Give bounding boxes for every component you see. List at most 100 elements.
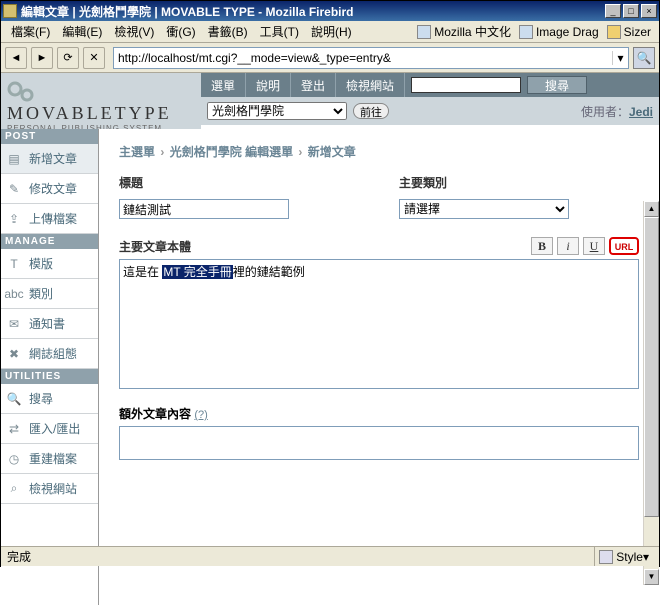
section-utilities: UTILITIES bbox=[1, 369, 98, 384]
new-entry-icon: ▤ bbox=[5, 150, 23, 168]
sidebar-notifications[interactable]: ✉ 通知書 bbox=[1, 309, 98, 339]
main-content: 主選單 › 光劍格鬥學院 編輯選單 › 新增文章 標題 主要類別 bbox=[99, 129, 659, 605]
browser-menubar: 檔案(F) 編輯(E) 檢視(V) 衝(G) 書籤(B) 工具(T) 說明(H)… bbox=[1, 21, 659, 43]
sidebar: POST ▤新增文章 ✎修改文章 ⇪上傳檔案 MANAGE T模版 abc類別 … bbox=[1, 129, 99, 605]
italic-button[interactable]: i bbox=[557, 237, 579, 255]
format-toolbar: B i U URL bbox=[531, 237, 639, 255]
selected-text: MT 完全手冊 bbox=[162, 265, 232, 279]
topnav-search-button[interactable]: 搜尋 bbox=[527, 76, 587, 94]
menu-file[interactable]: 檔案(F) bbox=[5, 23, 56, 40]
sidebar-item-label: 匯入/匯出 bbox=[29, 420, 80, 437]
menu-view[interactable]: 檢視(V) bbox=[108, 23, 160, 40]
gears-icon bbox=[7, 79, 35, 103]
sidebar-new-entry[interactable]: ▤ 新增文章 bbox=[1, 144, 98, 174]
page-icon bbox=[519, 25, 533, 39]
mt-topnav: 選單 說明 登出 檢視網站 搜尋 bbox=[201, 73, 659, 97]
extended-editor[interactable] bbox=[119, 426, 639, 460]
minimize-button[interactable]: _ bbox=[605, 4, 621, 18]
sidebar-item-label: 重建檔案 bbox=[29, 450, 77, 467]
sidebar-templates[interactable]: T 模版 bbox=[1, 249, 98, 279]
bookmark-label: Mozilla 中文化 bbox=[434, 23, 511, 40]
user-link[interactable]: Jedi bbox=[629, 105, 653, 119]
scroll-thumb[interactable] bbox=[644, 217, 659, 517]
sidebar-item-label: 模版 bbox=[29, 255, 53, 272]
category-select[interactable]: 請選擇 bbox=[399, 199, 569, 219]
menu-bookmarks[interactable]: 書籤(B) bbox=[202, 23, 254, 40]
sidebar-item-label: 類別 bbox=[29, 285, 53, 302]
category-label: 主要類別 bbox=[399, 174, 639, 191]
nav-logout[interactable]: 登出 bbox=[291, 73, 336, 97]
vertical-scrollbar[interactable]: ▲ ▼ bbox=[643, 201, 659, 585]
menu-tools[interactable]: 工具(T) bbox=[254, 23, 305, 40]
template-icon: T bbox=[5, 255, 23, 273]
crumb-current: 新增文章 bbox=[308, 145, 356, 159]
url-input[interactable] bbox=[114, 49, 612, 67]
sidebar-item-label: 新增文章 bbox=[29, 150, 77, 167]
bookmark-sizer[interactable]: Sizer bbox=[603, 25, 655, 39]
logo-text: MOVABLETYPE bbox=[7, 103, 172, 123]
status-text: 完成 bbox=[7, 548, 594, 565]
chevron-down-icon: ▾ bbox=[643, 550, 649, 564]
search-button[interactable]: 🔍 bbox=[633, 47, 655, 69]
topnav-search-input[interactable] bbox=[411, 77, 521, 93]
sidebar-search[interactable]: 🔍搜尋 bbox=[1, 384, 98, 414]
style-switcher[interactable]: Style ▾ bbox=[594, 547, 653, 566]
maximize-button[interactable]: □ bbox=[623, 4, 639, 18]
statusbar: 完成 Style ▾ bbox=[1, 546, 659, 566]
body-editor[interactable]: 這是在 MT 完全手冊裡的鏈結範例 bbox=[119, 259, 639, 389]
sidebar-config[interactable]: ✖網誌組態 bbox=[1, 339, 98, 369]
page-icon bbox=[417, 25, 431, 39]
bookmark-imagedrag[interactable]: Image Drag bbox=[515, 25, 603, 39]
scroll-up-icon[interactable]: ▲ bbox=[644, 201, 659, 217]
body-label: 主要文章本體 bbox=[119, 238, 191, 255]
sidebar-item-label: 修改文章 bbox=[29, 180, 77, 197]
sidebar-rebuild[interactable]: ◷ 重建檔案 bbox=[1, 444, 98, 474]
sidebar-item-label: 上傳檔案 bbox=[29, 210, 77, 227]
sidebar-item-label: 通知書 bbox=[29, 315, 65, 332]
rebuild-icon: ◷ bbox=[5, 450, 23, 468]
window-titlebar: 編輯文章 | 光劍格鬥學院 | MOVABLE TYPE - Mozilla F… bbox=[1, 1, 659, 21]
edit-icon: ✎ bbox=[5, 180, 23, 198]
url-dropdown-icon[interactable]: ▾ bbox=[612, 51, 628, 65]
category-icon: abc bbox=[5, 285, 23, 303]
url-field[interactable]: ▾ bbox=[113, 47, 629, 69]
bookmark-mozilla[interactable]: Mozilla 中文化 bbox=[413, 23, 515, 40]
nav-menu[interactable]: 選單 bbox=[201, 73, 246, 97]
sidebar-item-label: 網誌組態 bbox=[29, 345, 77, 362]
bold-button[interactable]: B bbox=[531, 237, 553, 255]
section-post: POST bbox=[1, 129, 98, 144]
mail-icon: ✉ bbox=[5, 315, 23, 333]
extended-label: 額外文章內容 (?) bbox=[119, 405, 639, 422]
stop-button[interactable]: ✕ bbox=[83, 47, 105, 69]
menu-go[interactable]: 衝(G) bbox=[160, 23, 201, 40]
scroll-down-icon[interactable]: ▼ bbox=[644, 569, 659, 585]
nav-viewsite[interactable]: 檢視網站 bbox=[336, 73, 405, 97]
search-icon: 🔍 bbox=[5, 390, 23, 408]
crumb-main[interactable]: 主選單 bbox=[119, 145, 155, 159]
crumb-blog[interactable]: 光劍格鬥學院 bbox=[170, 145, 242, 159]
underline-button[interactable]: U bbox=[583, 237, 605, 255]
sidebar-import[interactable]: ⇄匯入/匯出 bbox=[1, 414, 98, 444]
bookmark-label: Image Drag bbox=[536, 25, 599, 39]
nav-help[interactable]: 說明 bbox=[246, 73, 291, 97]
menu-help[interactable]: 說明(H) bbox=[305, 23, 358, 40]
title-input[interactable] bbox=[119, 199, 289, 219]
reload-button[interactable]: ⟳ bbox=[57, 47, 79, 69]
sidebar-edit-entry[interactable]: ✎ 修改文章 bbox=[1, 174, 98, 204]
help-link[interactable]: (?) bbox=[194, 409, 207, 421]
url-button[interactable]: URL bbox=[609, 237, 639, 255]
style-label: Style bbox=[616, 550, 643, 564]
sidebar-upload[interactable]: ⇪上傳檔案 bbox=[1, 204, 98, 234]
bookmark-label: Sizer bbox=[624, 25, 651, 39]
back-button[interactable]: ◄ bbox=[5, 47, 27, 69]
menu-edit[interactable]: 編輯(E) bbox=[56, 23, 108, 40]
app-icon bbox=[3, 4, 17, 18]
blog-go-button[interactable]: 前往 bbox=[353, 103, 389, 119]
close-button[interactable]: × bbox=[641, 4, 657, 18]
folder-icon bbox=[607, 25, 621, 39]
sidebar-view-site[interactable]: ⌕檢視網站 bbox=[1, 474, 98, 504]
sidebar-categories[interactable]: abc 類別 bbox=[1, 279, 98, 309]
view-icon: ⌕ bbox=[5, 480, 23, 498]
blog-select[interactable]: 光劍格鬥學院 bbox=[207, 102, 347, 120]
forward-button[interactable]: ► bbox=[31, 47, 53, 69]
